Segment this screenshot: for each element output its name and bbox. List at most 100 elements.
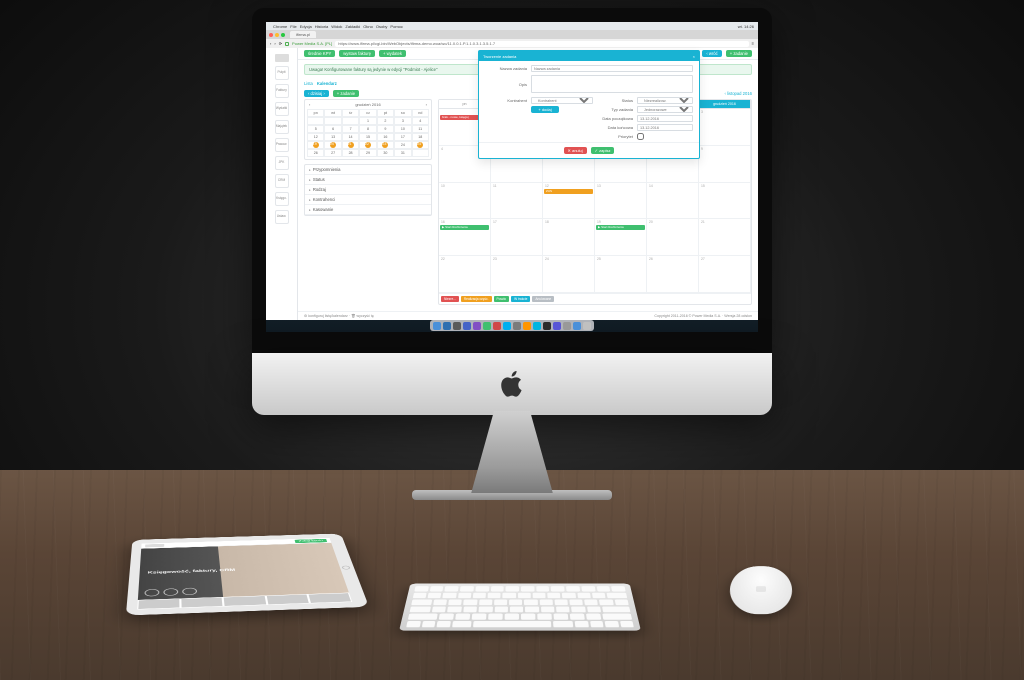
calendar-cell[interactable]: 19▶ Start Rozliczenia <box>595 219 647 256</box>
sidebar-item[interactable]: Wydatki <box>275 102 289 116</box>
sidebar-item[interactable]: Pracow. <box>275 138 289 152</box>
url-field[interactable]: https://www.ifirma.pl/cgi-bin/WebObjects… <box>335 41 748 47</box>
tab-calendar[interactable]: Kalendarz <box>317 81 337 86</box>
task-name-input[interactable] <box>531 65 693 72</box>
calendar-cell[interactable]: 24 <box>543 256 595 293</box>
add-task-button[interactable]: + zadanie <box>333 90 359 97</box>
cal-day[interactable]: 26 <box>307 149 324 157</box>
nav-fwd-icon[interactable]: › <box>274 41 275 46</box>
new-task-button[interactable]: + zadanie <box>726 50 752 57</box>
dock-app-icon[interactable] <box>573 322 581 330</box>
cal-day[interactable]: 30 <box>377 149 394 157</box>
dock-app-icon[interactable] <box>473 322 481 330</box>
macos-dock[interactable] <box>430 320 594 331</box>
sidebar-item[interactable]: CRM <box>275 174 289 188</box>
calendar-cell[interactable]: 3 <box>699 109 751 146</box>
calendar-cell[interactable]: 26 <box>647 256 699 293</box>
task-desc-input[interactable] <box>531 75 693 93</box>
footer-left[interactable]: ⚙ konfiguruj listę/kalendarz · 🗑 wyczyść… <box>304 314 374 318</box>
add-expense-button[interactable]: + wydatek <box>379 50 406 57</box>
cal-day[interactable]: 3 <box>394 117 411 125</box>
calendar-cell[interactable]: 17 <box>491 219 543 256</box>
menubar-item[interactable]: Edycja <box>300 24 312 29</box>
calendar-cell[interactable]: 21 <box>699 219 751 256</box>
menubar-item[interactable]: Historia <box>315 24 329 29</box>
calendar-cell[interactable]: 13 <box>595 183 647 220</box>
dock-app-icon[interactable] <box>503 322 511 330</box>
cal-day[interactable]: 25 <box>412 141 429 149</box>
sidebar-item[interactable]: Majątek <box>275 120 289 134</box>
cal-day[interactable]: 7 <box>342 125 359 133</box>
cal-day[interactable]: 16 <box>377 133 394 141</box>
menubar-item[interactable]: Zakładki <box>345 24 360 29</box>
accordion-item[interactable]: Kontrahenci <box>305 195 431 205</box>
dock-app-icon[interactable] <box>443 322 451 330</box>
cancel-button[interactable]: ✕ anuluj <box>564 147 587 154</box>
kontrahent-select[interactable]: Kontrahent <box>531 97 593 104</box>
menubar-item[interactable]: Pomoc <box>390 24 402 29</box>
dock-app-icon[interactable] <box>553 322 561 330</box>
menubar-item[interactable]: Widok <box>331 24 342 29</box>
apple-keyboard[interactable] <box>399 584 641 631</box>
cal-day[interactable]: 10 <box>394 125 411 133</box>
calendar-event[interactable]: ZUS <box>544 189 593 194</box>
sidebar-item[interactable]: Księgo. <box>275 192 289 206</box>
dock-app-icon[interactable] <box>483 322 491 330</box>
cal-day[interactable]: 11 <box>412 125 429 133</box>
dock-app-icon[interactable] <box>493 322 501 330</box>
nav-reload-icon[interactable]: ⟳ <box>279 41 282 46</box>
type-select[interactable]: Jednorazowe <box>637 106 693 113</box>
sidebar-item[interactable]: JPK <box>275 156 289 170</box>
save-button[interactable]: ✓ zapisz <box>591 147 615 154</box>
menubar-item[interactable]: Chrome <box>273 24 287 29</box>
today-button[interactable]: ‹ dzisiaj › <box>304 90 329 97</box>
dock-app-icon[interactable] <box>523 322 531 330</box>
cal-prev-icon[interactable]: ‹ <box>309 102 310 107</box>
menubar-item[interactable]: Osoby <box>376 24 388 29</box>
cal-day[interactable]: 9 <box>377 125 394 133</box>
accordion-item[interactable]: Rodzaj <box>305 185 431 195</box>
sidebar-item[interactable]: Faktury <box>275 84 289 98</box>
cal-day[interactable]: 21 <box>342 141 359 149</box>
cal-day[interactable]: 18 <box>412 133 429 141</box>
nav-back-icon[interactable]: ‹ <box>270 41 271 46</box>
close-icon[interactable]: × <box>693 54 695 59</box>
back-button[interactable]: ‹ wróć <box>702 50 721 57</box>
window-controls[interactable] <box>269 33 285 37</box>
month-label[interactable]: grudzień 2016 <box>699 100 751 108</box>
priority-checkbox[interactable] <box>637 133 644 140</box>
calendar-cell[interactable]: 15 <box>699 183 751 220</box>
sidebar-item[interactable]: Pulpit <box>275 66 289 80</box>
cal-day[interactable]: 15 <box>359 133 376 141</box>
calendar-cell[interactable]: 23 <box>491 256 543 293</box>
cal-day[interactable]: 19 <box>307 141 324 149</box>
calendar-event[interactable]: ▶ Start Rozliczenia <box>596 225 645 230</box>
accordion-item[interactable]: Kasowanie <box>305 205 431 215</box>
add-invoice-button[interactable]: wystaw fakturę <box>339 50 375 57</box>
calendar-cell[interactable]: 18 <box>543 219 595 256</box>
cal-day[interactable]: 23 <box>377 141 394 149</box>
calendar-cell[interactable]: 12ZUS <box>543 183 595 220</box>
home-button-icon[interactable] <box>341 566 350 570</box>
calendar-cell[interactable]: 20 <box>647 219 699 256</box>
status-badge[interactable]: średnie KPY <box>304 50 335 57</box>
dock-app-icon[interactable] <box>463 322 471 330</box>
cal-day[interactable]: 6 <box>324 125 341 133</box>
status-select[interactable]: Niezrealizow. <box>637 97 693 104</box>
cal-day[interactable]: 5 <box>307 125 324 133</box>
cal-day[interactable]: 17 <box>394 133 411 141</box>
accordion-item[interactable]: Status <box>305 175 431 185</box>
cal-day[interactable]: 14 <box>342 133 359 141</box>
prev-month-button[interactable]: ‹ listopad 2016 <box>725 91 752 96</box>
menubar-item[interactable]: Okno <box>363 24 373 29</box>
start-date-input[interactable] <box>637 115 693 122</box>
cal-day[interactable]: 1 <box>359 117 376 125</box>
cal-day[interactable]: 8 <box>359 125 376 133</box>
cal-day[interactable] <box>307 117 324 125</box>
dock-app-icon[interactable] <box>533 322 541 330</box>
dock-app-icon[interactable] <box>453 322 461 330</box>
menubar-item[interactable]: File <box>290 24 296 29</box>
dock-app-icon[interactable] <box>513 322 521 330</box>
magic-mouse[interactable] <box>728 566 793 614</box>
calendar-cell[interactable]: 11 <box>491 183 543 220</box>
